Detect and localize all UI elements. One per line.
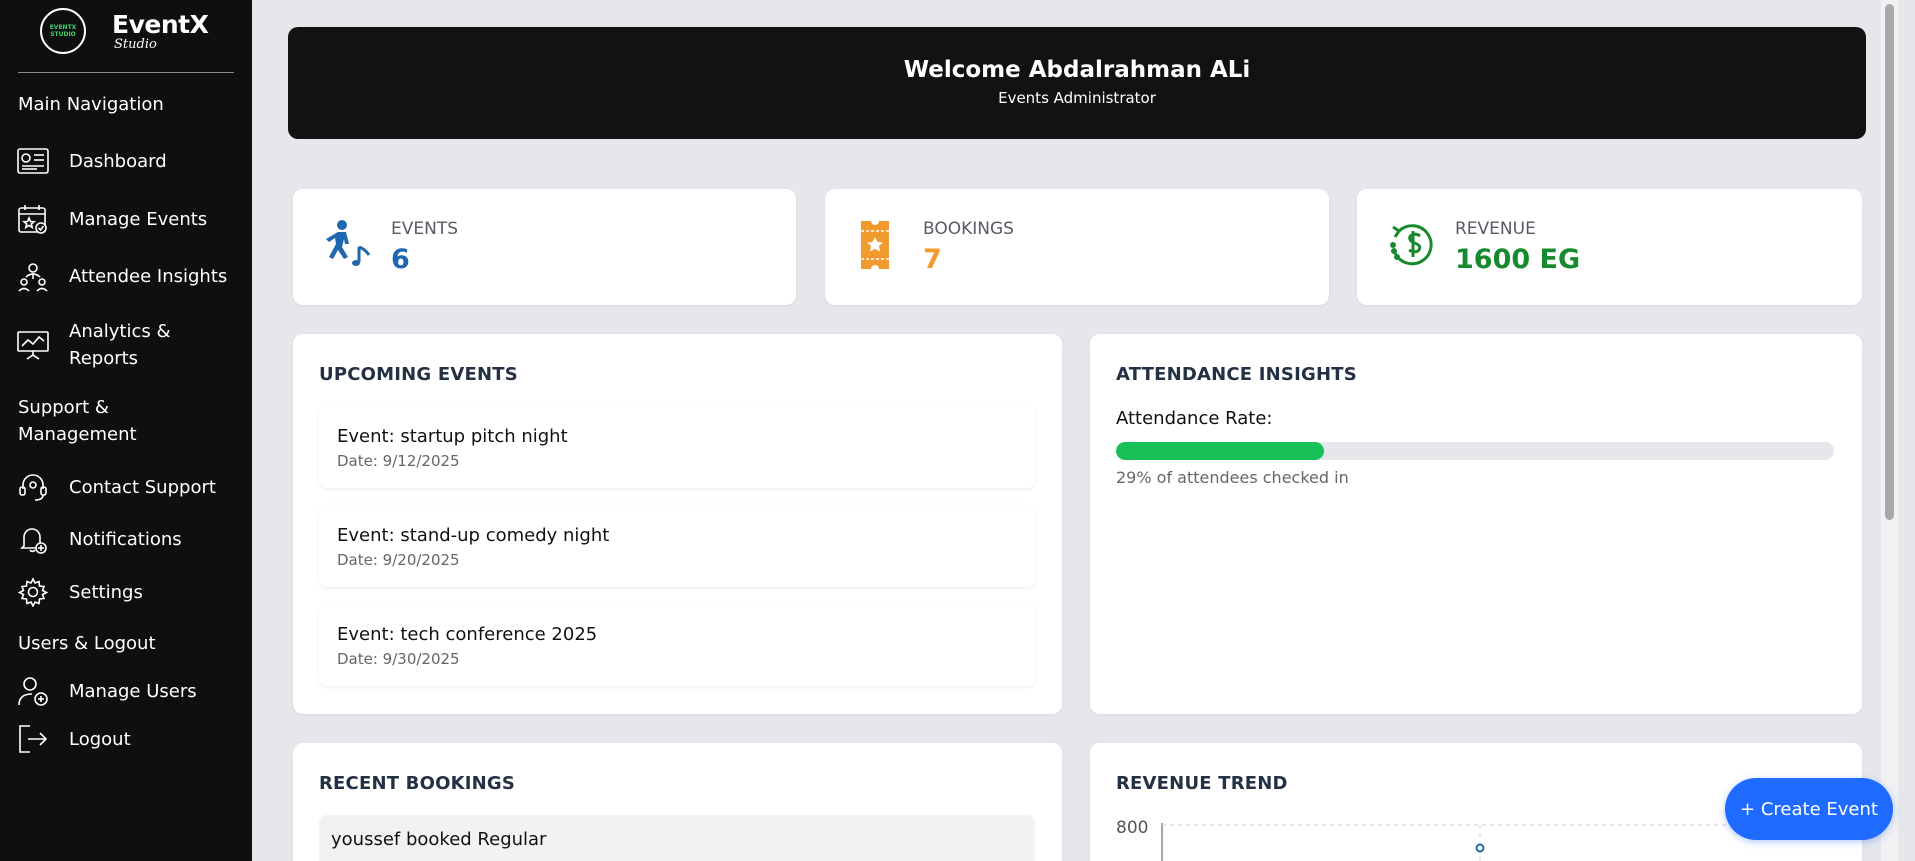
upcoming-events-title: UPCOMING EVENTS — [319, 364, 518, 385]
gear-icon — [16, 575, 50, 609]
sidebar-item-manage-events[interactable]: Manage Events — [16, 202, 246, 236]
logo-line-2: STUDIO — [50, 31, 76, 38]
stat-value: 7 — [923, 244, 942, 275]
user-add-icon — [16, 674, 50, 708]
event-name: Event: tech conference 2025 — [337, 624, 598, 645]
sidebar-item-notifications[interactable]: Notifications — [16, 522, 246, 556]
sidebar: EVENTX STUDIO EventX Studio Main Navigat… — [0, 0, 252, 861]
y-tick-label: 800 — [1116, 818, 1148, 838]
brand-logo[interactable]: EVENTX STUDIO EventX Studio — [40, 8, 240, 54]
sidebar-item-label: Dashboard — [69, 150, 167, 172]
sidebar-item-label: Settings — [69, 581, 143, 603]
section-users-logout: Users & Logout — [18, 633, 156, 654]
welcome-subtitle: Events Administrator — [998, 89, 1156, 107]
event-date: Date: 9/30/2025 — [337, 650, 460, 668]
sidebar-item-label: Attendee Insights — [69, 265, 228, 287]
sidebar-item-label: Contact Support — [69, 476, 216, 498]
event-date: Date: 9/20/2025 — [337, 551, 460, 569]
list-item[interactable]: Event: tech conference 2025 Date: 9/30/2… — [319, 604, 1035, 686]
stat-card-bookings: BOOKINGS 7 — [825, 189, 1329, 305]
stat-card-events: EVENTS 6 — [293, 189, 796, 305]
create-event-button[interactable]: + Create Event — [1725, 778, 1893, 840]
stat-label: BOOKINGS — [923, 219, 1014, 239]
list-item[interactable]: Event: startup pitch night Date: 9/12/20… — [319, 406, 1035, 488]
list-item[interactable]: youssef booked Regular — [319, 815, 1035, 861]
sidebar-item-label: Manage Events — [69, 208, 208, 230]
dancer-music-icon — [323, 219, 375, 273]
main-content[interactable]: Welcome Abdalrahman ALi Events Administr… — [252, 0, 1898, 861]
sidebar-item-label: Manage Users — [69, 680, 197, 702]
list-item[interactable]: Event: stand-up comedy night Date: 9/20/… — [319, 505, 1035, 587]
dollar-cycle-icon — [1387, 219, 1439, 273]
sidebar-item-analytics-reports[interactable]: Analytics & Reports — [16, 318, 246, 372]
sidebar-divider — [18, 72, 234, 73]
dashboard-icon — [16, 144, 50, 178]
stat-value: 1600 EG — [1455, 244, 1581, 275]
stat-card-revenue: REVENUE 1600 EG — [1357, 189, 1862, 305]
booking-text: youssef booked Regular — [331, 829, 547, 850]
section-main-navigation: Main Navigation — [18, 94, 164, 115]
attendance-rate-text: 29% of attendees checked in — [1116, 468, 1349, 487]
stat-label: EVENTS — [391, 219, 459, 239]
bell-icon — [16, 522, 50, 556]
ticket-star-icon — [855, 219, 907, 273]
sidebar-item-label: Notifications — [69, 528, 182, 550]
recent-bookings-title: RECENT BOOKINGS — [319, 773, 516, 794]
upcoming-events-card: UPCOMING EVENTS Event: startup pitch nig… — [293, 334, 1062, 714]
logo-badge: EVENTX STUDIO — [40, 8, 86, 54]
attendees-icon — [16, 259, 50, 293]
sidebar-item-logout[interactable]: Logout — [16, 722, 246, 756]
presentation-chart-icon — [16, 328, 50, 362]
stat-label: REVENUE — [1455, 219, 1536, 239]
sidebar-item-label: Logout — [69, 728, 131, 750]
sidebar-item-manage-users[interactable]: Manage Users — [16, 674, 246, 708]
logout-icon — [16, 722, 50, 756]
event-name: Event: startup pitch night — [337, 426, 568, 447]
attendance-insights-card: ATTENDANCE INSIGHTS Attendance Rate: 29%… — [1090, 334, 1862, 714]
attendance-progress-fill — [1116, 442, 1325, 460]
recent-bookings-card: RECENT BOOKINGS youssef booked Regular — [293, 743, 1062, 861]
revenue-trend-title: REVENUE TREND — [1116, 773, 1288, 794]
scrollbar-thumb[interactable] — [1885, 4, 1894, 520]
trend-point — [1475, 843, 1485, 853]
support-headset-icon — [16, 470, 50, 504]
sidebar-item-dashboard[interactable]: Dashboard — [16, 144, 246, 178]
sidebar-item-attendee-insights[interactable]: Attendee Insights — [16, 259, 246, 293]
stat-value: 6 — [391, 244, 410, 275]
sidebar-item-label: Analytics & Reports — [69, 321, 171, 369]
attendance-progress-bar — [1116, 442, 1834, 460]
vertical-scrollbar[interactable] — [1881, 0, 1898, 861]
section-support-management: Support & Management — [18, 397, 137, 445]
brand-tagline: Studio — [114, 37, 157, 52]
brand-name: EventX — [112, 10, 209, 39]
event-name: Event: stand-up comedy night — [337, 525, 610, 546]
sidebar-item-settings[interactable]: Settings — [16, 575, 246, 609]
sidebar-item-contact-support[interactable]: Contact Support — [16, 470, 246, 504]
attendance-insights-title: ATTENDANCE INSIGHTS — [1116, 364, 1357, 385]
welcome-banner: Welcome Abdalrahman ALi Events Administr… — [288, 27, 1866, 139]
attendance-rate-label: Attendance Rate: — [1116, 408, 1273, 429]
event-date: Date: 9/12/2025 — [337, 452, 460, 470]
logo-line-1: EVENTX — [49, 24, 77, 31]
welcome-title: Welcome Abdalrahman ALi — [903, 57, 1251, 83]
calendar-star-icon — [16, 202, 50, 236]
